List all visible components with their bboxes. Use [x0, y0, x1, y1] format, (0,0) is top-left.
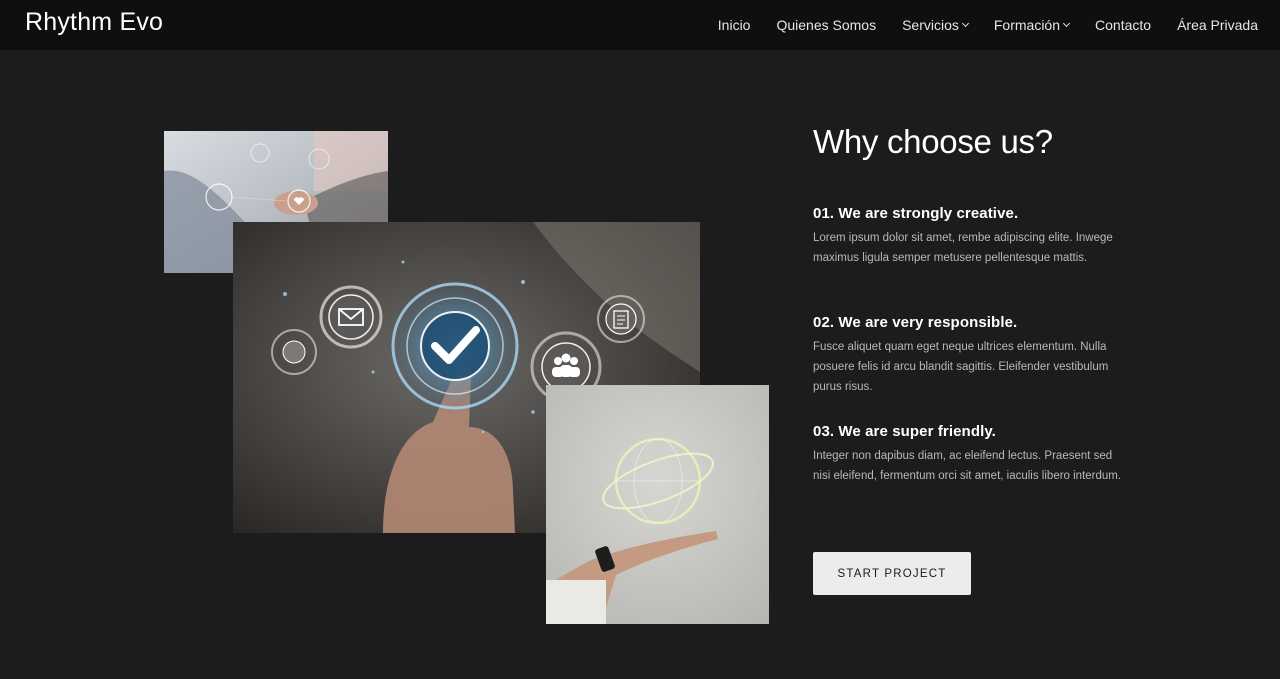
top-navbar: Rhythm Evo Inicio Quienes Somos Servicio…: [0, 0, 1280, 50]
feature-heading: 02. We are very responsible.: [813, 314, 1018, 331]
feature-text: Fusce aliquet quam eget neque ultrices e…: [813, 341, 1109, 393]
feature-item: 03. We are super friendly. Integer non d…: [813, 423, 1123, 486]
section-title: Why choose us?: [813, 123, 1053, 160]
nav-label: Contacto: [1095, 17, 1152, 33]
nav-label: Quienes Somos: [776, 17, 877, 33]
nav-item-contacto[interactable]: Contacto: [1095, 17, 1151, 33]
start-project-button[interactable]: START PROJECT: [813, 552, 971, 595]
hand-holding-globe-photo: [546, 385, 769, 624]
chevron-down-icon: [961, 19, 969, 28]
site-logo[interactable]: Rhythm Evo: [25, 8, 163, 37]
main-nav: Inicio Quienes Somos Servicios Formación…: [718, 0, 1258, 50]
feature-heading: 03. We are super friendly.: [813, 423, 996, 440]
nav-label: Inicio: [717, 17, 751, 33]
nav-label: Servicios: [902, 17, 959, 33]
feature-text: Integer non dapibus diam, ac eleifend le…: [813, 450, 1122, 482]
nav-item-area-privada[interactable]: Área Privada: [1177, 17, 1258, 33]
nav-item-servicios[interactable]: Servicios: [902, 17, 969, 33]
nav-item-quienes-somos[interactable]: Quienes Somos: [776, 17, 876, 33]
nav-item-inicio[interactable]: Inicio: [718, 17, 751, 33]
globe-icon: [282, 340, 306, 364]
nav-label: Área Privada: [1177, 17, 1258, 33]
nav-item-formacion[interactable]: Formación: [993, 17, 1071, 33]
nav-label: Formación: [993, 17, 1061, 33]
feature-heading: 01. We are strongly creative.: [813, 205, 1019, 222]
feature-item: 01. We are strongly creative. Lorem ipsu…: [813, 205, 1123, 268]
chevron-down-icon: [1062, 19, 1071, 28]
feature-text: Lorem ipsum dolor sit amet, rembe adipis…: [813, 232, 1113, 264]
feature-item: 02. We are very responsible. Fusce aliqu…: [813, 314, 1123, 397]
